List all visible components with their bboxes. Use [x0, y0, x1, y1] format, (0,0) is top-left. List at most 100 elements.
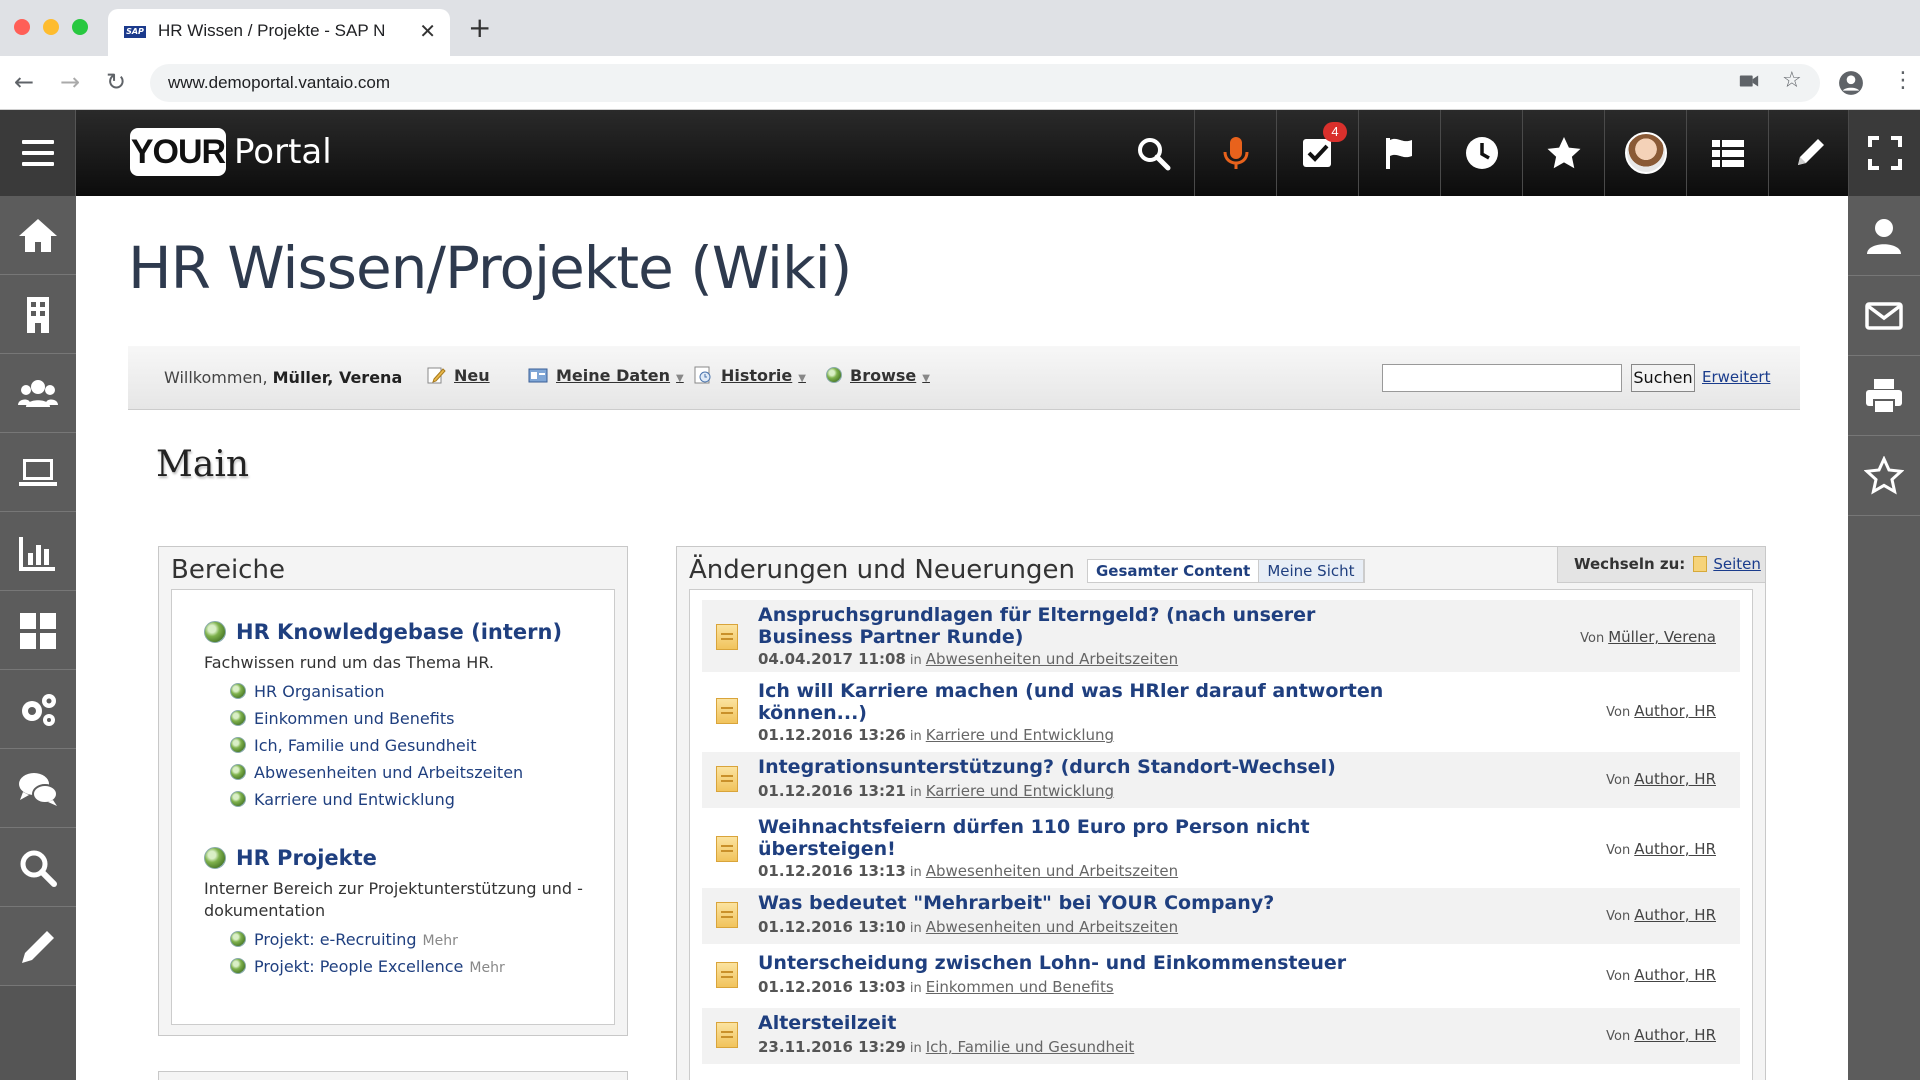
pencil-icon: [22, 931, 54, 963]
globe-icon: [230, 931, 246, 947]
search-button[interactable]: Suchen: [1631, 364, 1695, 392]
tab-close-icon[interactable]: ✕: [419, 19, 436, 43]
history-menu[interactable]: Historie ▼: [693, 366, 806, 385]
change-author: Von Author, HR: [1606, 906, 1716, 924]
sidebar-item-edit[interactable]: [0, 907, 76, 986]
new-tab-button[interactable]: +: [468, 14, 491, 42]
space-title-hr-projekte[interactable]: HR Projekte: [204, 846, 377, 870]
sidebar-item-reports[interactable]: [0, 512, 76, 591]
change-category-link[interactable]: Abwesenheiten und Arbeitszeiten: [926, 918, 1178, 936]
space-link-karriere[interactable]: Karriere und Entwicklung: [230, 790, 455, 809]
change-title-link[interactable]: Weihnachtsfeiern dürfen 110 Euro pro Per…: [758, 816, 1318, 860]
bookmark-star-icon[interactable]: ☆: [1782, 70, 1802, 92]
change-author: Von Author, HR: [1606, 1026, 1716, 1044]
change-category-link[interactable]: Abwesenheiten und Arbeitszeiten: [926, 650, 1178, 668]
more-link[interactable]: Mehr: [469, 960, 504, 976]
space-link-e-recruiting[interactable]: Projekt: e-Recruiting Mehr: [230, 930, 458, 949]
print-button[interactable]: [1848, 356, 1920, 436]
address-bar-row: ← → ↻ www.demoportal.vantaio.com ☆ ⋮: [0, 56, 1920, 110]
header-search-button[interactable]: [1112, 110, 1194, 196]
wiki-search-input[interactable]: [1382, 364, 1622, 392]
sidebar-item-search[interactable]: [0, 828, 76, 907]
sidebar-item-company[interactable]: [0, 275, 76, 354]
browser-tab[interactable]: SAP HR Wissen / Projekte - SAP N ✕: [108, 9, 450, 56]
chevron-down-icon: ▼: [798, 373, 806, 384]
page-icon: [716, 1022, 738, 1048]
author-link[interactable]: Author, HR: [1634, 770, 1716, 788]
printer-icon: [1866, 379, 1902, 414]
back-arrow-icon[interactable]: ←: [14, 70, 34, 94]
sidebar-item-apps[interactable]: [0, 591, 76, 670]
change-title-link[interactable]: Altersteilzeit: [758, 1012, 1398, 1034]
my-data-menu[interactable]: Meine Daten ▼: [528, 366, 684, 385]
change-author: Von Author, HR: [1606, 840, 1716, 858]
globe-icon: [826, 367, 842, 383]
chevron-down-icon: ▼: [676, 373, 684, 384]
favorites-button[interactable]: [1522, 110, 1604, 196]
change-title-link[interactable]: Ich will Karriere machen (und was HRler …: [758, 680, 1398, 724]
change-category-link[interactable]: Karriere und Entwicklung: [926, 726, 1114, 744]
profile-icon[interactable]: [1838, 70, 1864, 101]
switch-to-box: Wechseln zu: Seiten: [1557, 547, 1765, 583]
new-page-button[interactable]: Neu: [426, 366, 490, 385]
sidebar-item-chat[interactable]: [0, 749, 76, 828]
edit-button[interactable]: [1768, 110, 1850, 196]
change-title-link[interactable]: Unterscheidung zwischen Lohn- und Einkom…: [758, 952, 1398, 974]
change-category-link[interactable]: Ich, Familie und Gesundheit: [926, 1038, 1135, 1056]
tasks-button[interactable]: 4: [1276, 110, 1358, 196]
author-link[interactable]: Author, HR: [1634, 702, 1716, 720]
list-item: Integrationsunterstützung? (durch Stando…: [702, 752, 1740, 808]
sidebar-item-home[interactable]: [0, 196, 76, 275]
forward-arrow-icon[interactable]: →: [60, 70, 80, 94]
fullscreen-button[interactable]: [1848, 110, 1920, 196]
camera-icon[interactable]: [1738, 70, 1760, 97]
hamburger-menu-button[interactable]: [0, 110, 76, 196]
history-button[interactable]: [1440, 110, 1522, 196]
space-link-people-excellence[interactable]: Projekt: People Excellence Mehr: [230, 957, 505, 976]
author-link[interactable]: Author, HR: [1634, 966, 1716, 984]
window-zoom-button[interactable]: [72, 19, 88, 35]
more-link[interactable]: Mehr: [423, 933, 458, 949]
list-view-button[interactable]: [1686, 110, 1768, 196]
author-link[interactable]: Author, HR: [1634, 906, 1716, 924]
space-link-abwesenheiten[interactable]: Abwesenheiten und Arbeitszeiten: [230, 763, 523, 782]
change-category-link[interactable]: Abwesenheiten und Arbeitszeiten: [926, 862, 1178, 880]
bookmark-button[interactable]: [1848, 436, 1920, 516]
change-title-link[interactable]: Anspruchsgrundlagen für Elterngeld? (nac…: [758, 604, 1398, 648]
mail-button[interactable]: [1848, 276, 1920, 356]
reload-icon[interactable]: ↻: [106, 70, 126, 94]
sidebar-item-settings[interactable]: [0, 670, 76, 749]
browser-menu-icon[interactable]: ⋮: [1892, 70, 1914, 92]
pencil-icon: [1798, 139, 1824, 165]
browse-menu[interactable]: Browse ▼: [826, 366, 930, 385]
url-field[interactable]: www.demoportal.vantaio.com: [150, 64, 1820, 102]
bereiche-panel: Bereiche HR Knowledgebase (intern) Fachw…: [158, 546, 628, 1036]
flag-button[interactable]: [1358, 110, 1440, 196]
window-minimize-button[interactable]: [43, 19, 59, 35]
pages-link[interactable]: Seiten: [1713, 555, 1761, 573]
advanced-search-link[interactable]: Erweitert: [1702, 368, 1770, 386]
tab-all-content[interactable]: Gesamter Content: [1088, 560, 1260, 582]
page-title: HR Wissen/Projekte (Wiki): [128, 234, 852, 302]
space-link-einkommen[interactable]: Einkommen und Benefits: [230, 709, 454, 728]
voice-input-button[interactable]: [1194, 110, 1276, 196]
clock-icon: [1466, 137, 1498, 169]
change-category-link[interactable]: Karriere und Entwicklung: [926, 782, 1114, 800]
welcome-prefix: Willkommen,: [164, 368, 268, 387]
space-link-familie[interactable]: Ich, Familie und Gesundheit: [230, 736, 476, 755]
profile-button[interactable]: [1848, 196, 1920, 276]
change-title-link[interactable]: Was bedeutet "Mehrarbeit" bei YOUR Compa…: [758, 892, 1398, 914]
tab-my-view[interactable]: Meine Sicht: [1259, 560, 1364, 582]
window-close-button[interactable]: [14, 19, 30, 35]
change-category-link[interactable]: Einkommen und Benefits: [926, 978, 1114, 996]
space-title-knowledgebase[interactable]: HR Knowledgebase (intern): [204, 620, 562, 644]
user-avatar-button[interactable]: [1604, 110, 1686, 196]
author-link[interactable]: Author, HR: [1634, 1026, 1716, 1044]
change-title-link[interactable]: Integrationsunterstützung? (durch Stando…: [758, 756, 1398, 778]
sidebar-item-team[interactable]: [0, 354, 76, 433]
space-link-hr-organisation[interactable]: HR Organisation: [230, 682, 384, 701]
author-link[interactable]: Müller, Verena: [1608, 628, 1716, 646]
page-icon: [716, 698, 738, 724]
sidebar-item-it[interactable]: [0, 433, 76, 512]
author-link[interactable]: Author, HR: [1634, 840, 1716, 858]
